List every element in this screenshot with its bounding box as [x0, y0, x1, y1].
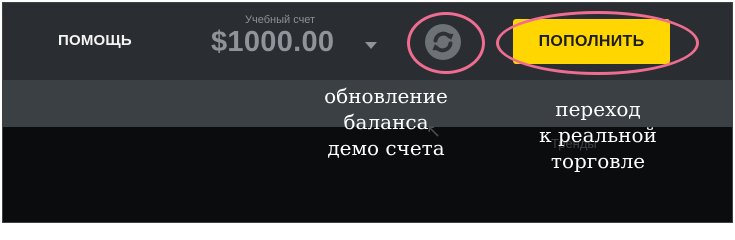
- refresh-annotation: обновление баланса демо счета: [306, 83, 466, 161]
- annotation-line: баланса: [343, 110, 429, 134]
- refresh-balance-button[interactable]: [425, 24, 461, 60]
- deposit-annotation: переход к реальной торговле: [518, 96, 678, 174]
- demo-balance-dropdown[interactable]: Учебный счет $1000.00: [211, 14, 381, 66]
- help-link[interactable]: ПОМОЩЬ: [58, 32, 132, 49]
- annotation-line: переход: [555, 97, 641, 121]
- account-type-label: Учебный счет: [245, 14, 316, 26]
- annotation-line: к реальной: [539, 123, 657, 147]
- balance-amount: $1000.00: [211, 26, 335, 58]
- annotation-line: демо счета: [327, 136, 445, 160]
- refresh-icon: [432, 31, 454, 53]
- annotation-line: обновление: [324, 84, 448, 108]
- caret-down-icon[interactable]: [365, 42, 377, 49]
- top-navigation-bar: ПОМОЩЬ Учебный счет $1000.00 ПОПОЛНИТЬ: [3, 3, 732, 80]
- app-window: ПОМОЩЬ Учебный счет $1000.00 ПОПОЛНИТЬ Т…: [2, 2, 733, 223]
- deposit-button[interactable]: ПОПОЛНИТЬ: [513, 19, 670, 64]
- annotation-line: торговле: [550, 149, 646, 173]
